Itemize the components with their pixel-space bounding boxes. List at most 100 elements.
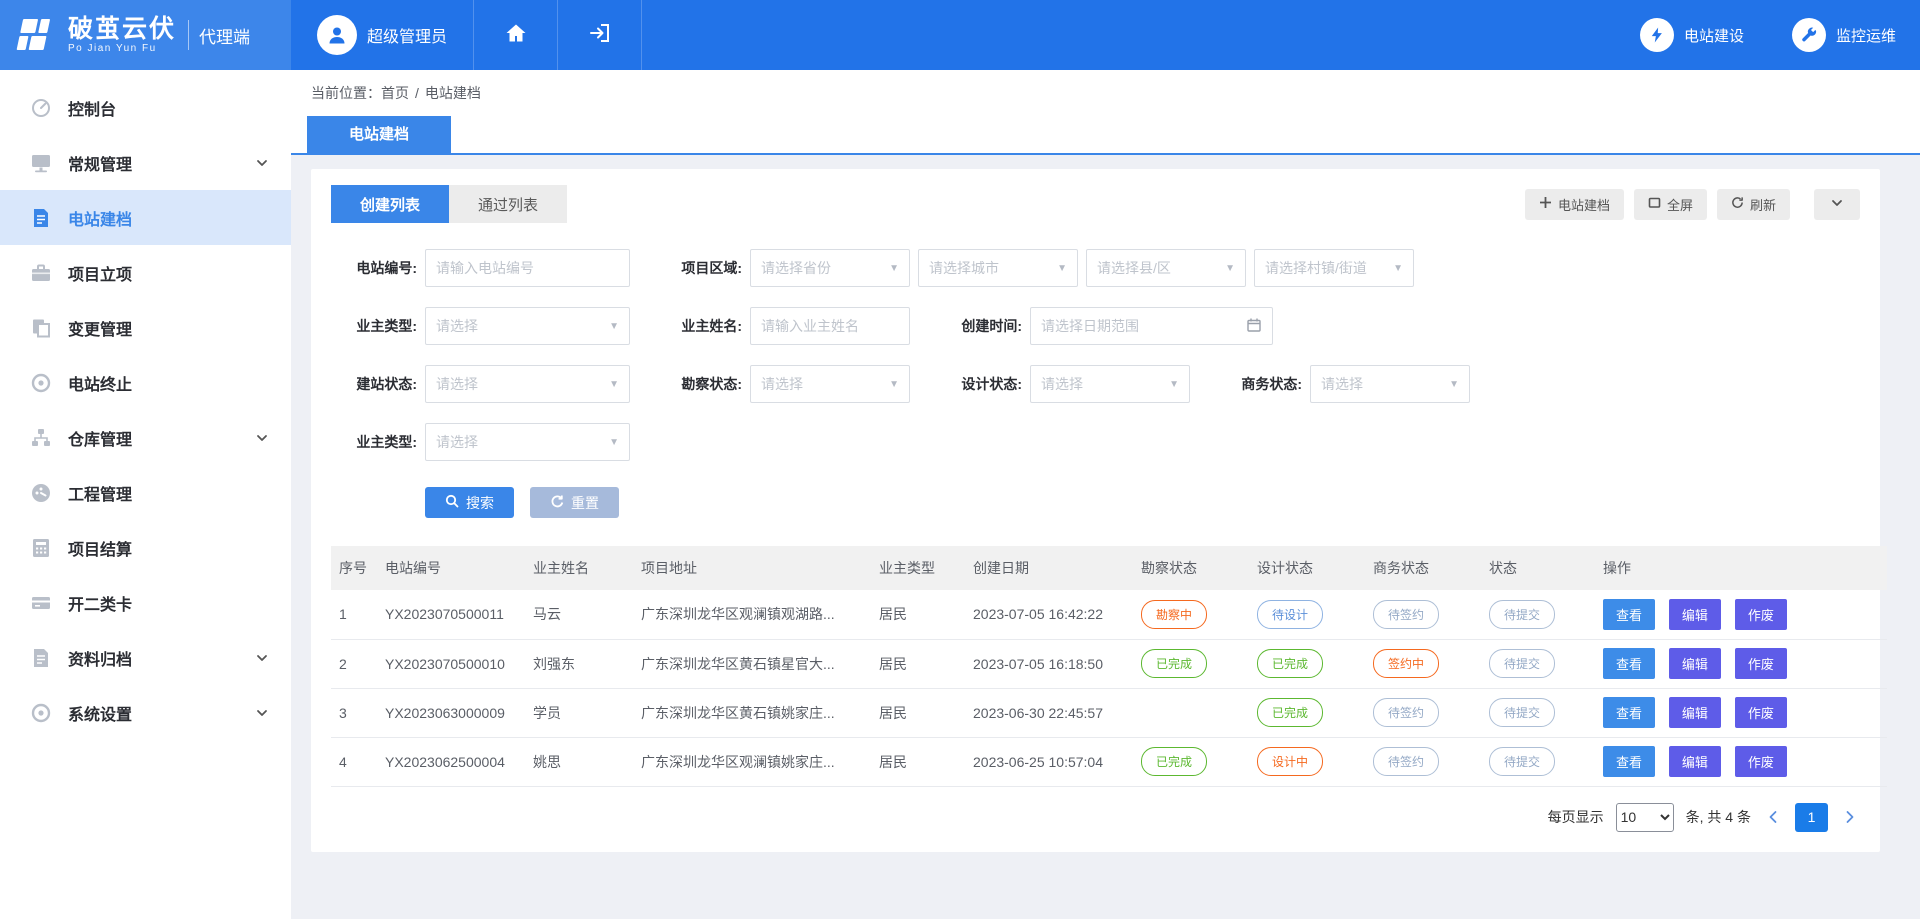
chevron-down-icon xyxy=(255,651,269,665)
station-code-label: 电站编号: xyxy=(331,258,417,278)
table-row: 1 YX2023070500011 马云 广东深圳龙华区观澜镇观湖路... 居民… xyxy=(331,590,1887,639)
fullscreen-button[interactable]: 全屏 xyxy=(1634,189,1707,220)
breadcrumb: 当前位置： 首页 / 电站建档 xyxy=(291,70,1920,116)
next-page-button[interactable] xyxy=(1840,810,1860,824)
calendar-icon xyxy=(1246,317,1262,336)
owner-type2-select[interactable]: 请选择▼ xyxy=(425,423,630,461)
view-button[interactable]: 查看 xyxy=(1603,746,1655,777)
collapse-filters-button[interactable] xyxy=(1814,189,1860,220)
nav-station-build[interactable]: 电站建设 xyxy=(1616,0,1768,70)
view-button[interactable]: 查看 xyxy=(1603,648,1655,679)
divider xyxy=(188,20,189,50)
survey-status-badge: 勘察中 xyxy=(1141,600,1207,629)
logout-button[interactable] xyxy=(558,0,642,70)
business-status-select[interactable]: 请选择▼ xyxy=(1310,365,1470,403)
brand-logo-icon xyxy=(14,15,58,55)
edit-button[interactable]: 编辑 xyxy=(1669,599,1721,630)
brand[interactable]: 破茧云伏 Po Jian Yun Fu 代理端 xyxy=(0,0,291,70)
sidebar-item-general-mgmt[interactable]: 常规管理 xyxy=(0,135,291,190)
sidebar-item-project-approval[interactable]: 项目立项 xyxy=(0,245,291,300)
town-select[interactable]: 请选择村镇/街道▼ xyxy=(1254,249,1414,287)
home-icon xyxy=(504,21,528,50)
sitemap-icon xyxy=(30,427,52,449)
owner-type-select[interactable]: 请选择▼ xyxy=(425,307,630,345)
build-status-select[interactable]: 请选择▼ xyxy=(425,365,630,403)
business-status-badge: 待签约 xyxy=(1373,600,1439,629)
tab-passed-list[interactable]: 通过列表 xyxy=(449,185,567,223)
survey-status-select[interactable]: 请选择▼ xyxy=(750,365,910,403)
edit-button[interactable]: 编辑 xyxy=(1669,697,1721,728)
sidebar-item-warehouse-mgmt[interactable]: 仓库管理 xyxy=(0,410,291,465)
chevron-down-icon xyxy=(255,706,269,720)
nav-monitor-ops[interactable]: 监控运维 xyxy=(1768,0,1920,70)
home-button[interactable] xyxy=(474,0,558,70)
per-page-select[interactable]: 10 xyxy=(1616,803,1674,832)
calculator-icon xyxy=(30,537,52,559)
bolt-icon xyxy=(1640,18,1674,52)
chevron-down-icon xyxy=(1830,196,1844,213)
sidebar-item-engineering-mgmt[interactable]: 工程管理 xyxy=(0,465,291,520)
view-button[interactable]: 查看 xyxy=(1603,599,1655,630)
brand-title: 破茧云伏 xyxy=(68,16,176,44)
tab-create-list[interactable]: 创建列表 xyxy=(331,185,449,223)
design-status-select[interactable]: 请选择▼ xyxy=(1030,365,1190,403)
page-tab-station-filing[interactable]: 电站建档 xyxy=(307,116,451,153)
province-select[interactable]: 请选择省份▼ xyxy=(750,249,910,287)
document-icon xyxy=(30,207,52,229)
edit-button[interactable]: 编辑 xyxy=(1669,648,1721,679)
owner-name-input[interactable] xyxy=(761,318,899,334)
chevron-down-icon xyxy=(255,431,269,445)
region-label: 项目区域: xyxy=(656,258,742,278)
refresh-button[interactable]: 刷新 xyxy=(1717,189,1790,220)
sidebar-item-archive[interactable]: 资料归档 xyxy=(0,630,291,685)
create-station-button[interactable]: 电站建档 xyxy=(1525,189,1624,220)
edit-button[interactable]: 编辑 xyxy=(1669,746,1721,777)
user-menu[interactable]: 超级管理员 xyxy=(291,0,474,70)
sidebar-item-change-mgmt[interactable]: 变更管理 xyxy=(0,300,291,355)
caret-down-icon: ▼ xyxy=(1393,263,1403,274)
business-status-label: 商务状态: xyxy=(1216,374,1302,394)
caret-down-icon: ▼ xyxy=(1449,379,1459,390)
status-badge: 待提交 xyxy=(1489,698,1555,727)
table-row: 2 YX2023070500010 刘强东 广东深圳龙华区黄石镇星官大... 居… xyxy=(331,639,1887,688)
station-code-input[interactable] xyxy=(436,260,619,276)
caret-down-icon: ▼ xyxy=(1057,263,1067,274)
wrench-icon xyxy=(1792,18,1826,52)
chevron-down-icon xyxy=(255,156,269,170)
list-tabs: 创建列表 通过列表 xyxy=(331,185,567,223)
void-button[interactable]: 作废 xyxy=(1735,697,1787,728)
design-status-badge: 已完成 xyxy=(1257,698,1323,727)
void-button[interactable]: 作废 xyxy=(1735,648,1787,679)
design-status-badge: 已完成 xyxy=(1257,649,1323,678)
sidebar-item-station-terminate[interactable]: 电站终止 xyxy=(0,355,291,410)
target-icon xyxy=(30,372,52,394)
breadcrumb-prefix: 当前位置： xyxy=(311,83,381,103)
reset-button[interactable]: 重置 xyxy=(530,487,619,518)
prev-page-button[interactable] xyxy=(1763,810,1783,824)
business-status-badge: 待签约 xyxy=(1373,698,1439,727)
caret-down-icon: ▼ xyxy=(609,379,619,390)
sidebar-item-system-settings[interactable]: 系统设置 xyxy=(0,685,291,740)
sidebar-item-project-settlement[interactable]: 项目结算 xyxy=(0,520,291,575)
breadcrumb-current: 电站建档 xyxy=(425,83,481,103)
stations-table: 序号 电站编号 业主姓名 项目地址 业主类型 创建日期 勘察状态 设计状态 商务… xyxy=(331,546,1887,787)
page-tab-bar: 电站建档 xyxy=(291,116,1920,155)
search-button[interactable]: 搜索 xyxy=(425,487,514,518)
sidebar-item-console[interactable]: 控制台 xyxy=(0,80,291,135)
design-status-label: 设计状态: xyxy=(936,374,1022,394)
page-number-button[interactable]: 1 xyxy=(1795,803,1828,832)
date-range-picker[interactable]: 请选择日期范围 xyxy=(1030,307,1273,345)
county-select[interactable]: 请选择县/区▼ xyxy=(1086,249,1246,287)
void-button[interactable]: 作废 xyxy=(1735,599,1787,630)
view-button[interactable]: 查看 xyxy=(1603,697,1655,728)
survey-status-badge: 已完成 xyxy=(1141,649,1207,678)
settings-icon xyxy=(30,702,52,724)
plus-icon xyxy=(1539,196,1552,212)
sidebar-item-open-class2-card[interactable]: 开二类卡 xyxy=(0,575,291,630)
status-badge: 待提交 xyxy=(1489,649,1555,678)
sidebar-item-station-filing[interactable]: 电站建档 xyxy=(0,190,291,245)
breadcrumb-home[interactable]: 首页 xyxy=(381,83,409,103)
city-select[interactable]: 请选择城市▼ xyxy=(918,249,1078,287)
owner-type-label: 业主类型: xyxy=(331,316,417,336)
void-button[interactable]: 作废 xyxy=(1735,746,1787,777)
